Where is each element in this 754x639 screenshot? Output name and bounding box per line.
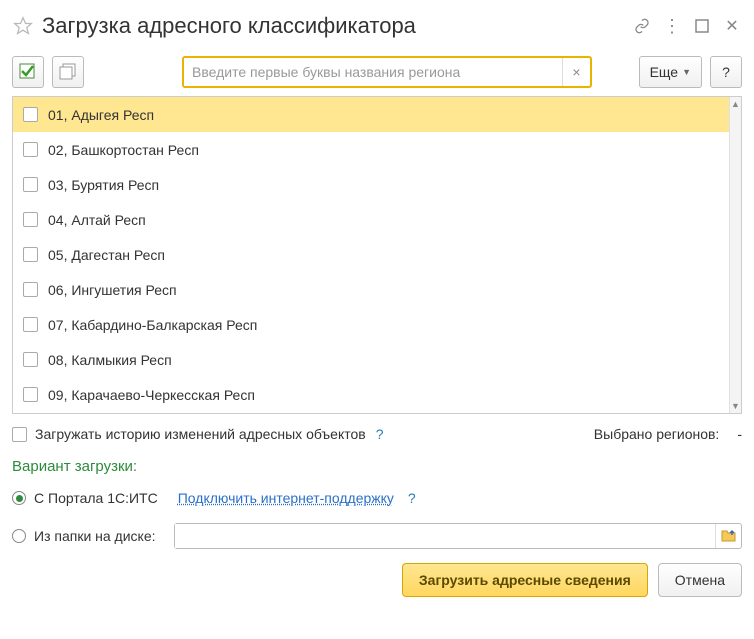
load-button[interactable]: Загрузить адресные сведения [402, 563, 648, 597]
scroll-down-icon[interactable]: ▼ [730, 399, 741, 413]
check-all-button[interactable] [12, 56, 44, 88]
region-checkbox[interactable] [23, 142, 38, 157]
browse-folder-button[interactable] [715, 524, 741, 548]
list-item[interactable]: 05, Дагестан Респ [13, 237, 729, 272]
more-menu-button[interactable]: Еще ▼ [639, 56, 702, 88]
maximize-icon[interactable] [692, 16, 712, 36]
list-item[interactable]: 08, Калмыкия Респ [13, 342, 729, 377]
clear-search-button[interactable]: × [562, 58, 590, 86]
history-help-icon[interactable]: ? [376, 426, 384, 442]
load-history-label: Загружать историю изменений адресных объ… [35, 426, 366, 442]
region-checkbox[interactable] [23, 177, 38, 192]
more-label: Еще [650, 64, 679, 80]
help-button[interactable]: ? [710, 56, 742, 88]
search-input[interactable] [184, 58, 562, 86]
list-item[interactable]: 01, Адыгея Респ [13, 97, 729, 132]
cancel-button[interactable]: Отмена [658, 563, 742, 597]
radio-portal[interactable] [12, 491, 26, 505]
region-name: 03, Бурятия Респ [48, 177, 159, 193]
region-checkbox[interactable] [23, 352, 38, 367]
radio-portal-label: С Портала 1С:ИТС [34, 490, 158, 506]
region-name: 09, Карачаево-Черкесская Респ [48, 387, 255, 403]
scrollbar[interactable]: ▲ ▼ [729, 97, 741, 413]
link-icon[interactable] [632, 16, 652, 36]
region-checkbox[interactable] [23, 387, 38, 402]
selected-regions-label: Выбрано регионов: [594, 426, 720, 442]
uncheck-all-button[interactable] [52, 56, 84, 88]
connect-support-link[interactable]: Подключить интернет-поддержку [178, 490, 394, 506]
load-variant-title: Вариант загрузки: [12, 458, 742, 475]
folder-path-input[interactable] [175, 524, 715, 548]
close-icon[interactable]: ✕ [722, 16, 742, 36]
load-history-checkbox[interactable] [12, 427, 27, 442]
chevron-down-icon: ▼ [682, 67, 691, 77]
list-item[interactable]: 02, Башкортостан Респ [13, 132, 729, 167]
region-list: 01, Адыгея Респ 02, Башкортостан Респ 03, … [13, 97, 729, 413]
region-name: 05, Дагестан Респ [48, 247, 165, 263]
list-item[interactable]: 07, Кабардино-Балкарская Респ [13, 307, 729, 342]
region-checkbox[interactable] [23, 282, 38, 297]
region-checkbox[interactable] [23, 247, 38, 262]
region-checkbox[interactable] [23, 212, 38, 227]
kebab-menu-icon[interactable]: ⋮ [662, 16, 682, 36]
region-name: 06, Ингушетия Респ [48, 282, 177, 298]
scroll-up-icon[interactable]: ▲ [730, 97, 741, 111]
list-item[interactable]: 09, Карачаево-Черкесская Респ [13, 377, 729, 412]
region-checkbox[interactable] [23, 317, 38, 332]
list-item[interactable]: 06, Ингушетия Респ [13, 272, 729, 307]
region-name: 02, Башкортостан Респ [48, 142, 199, 158]
radio-folder-label: Из папки на диске: [34, 528, 156, 544]
region-name: 04, Алтай Респ [48, 212, 146, 228]
support-help-icon[interactable]: ? [408, 490, 416, 506]
radio-folder[interactable] [12, 529, 26, 543]
list-item[interactable]: 03, Бурятия Респ [13, 167, 729, 202]
region-name: 07, Кабардино-Балкарская Респ [48, 317, 257, 333]
list-item[interactable]: 04, Алтай Респ [13, 202, 729, 237]
page-title: Загрузка адресного классификатора [42, 13, 632, 39]
selected-regions-value: - [737, 426, 742, 442]
region-checkbox[interactable] [23, 107, 38, 122]
favorite-star-icon[interactable] [12, 15, 34, 37]
region-name: 08, Калмыкия Респ [48, 352, 172, 368]
region-name: 01, Адыгея Респ [48, 107, 154, 123]
